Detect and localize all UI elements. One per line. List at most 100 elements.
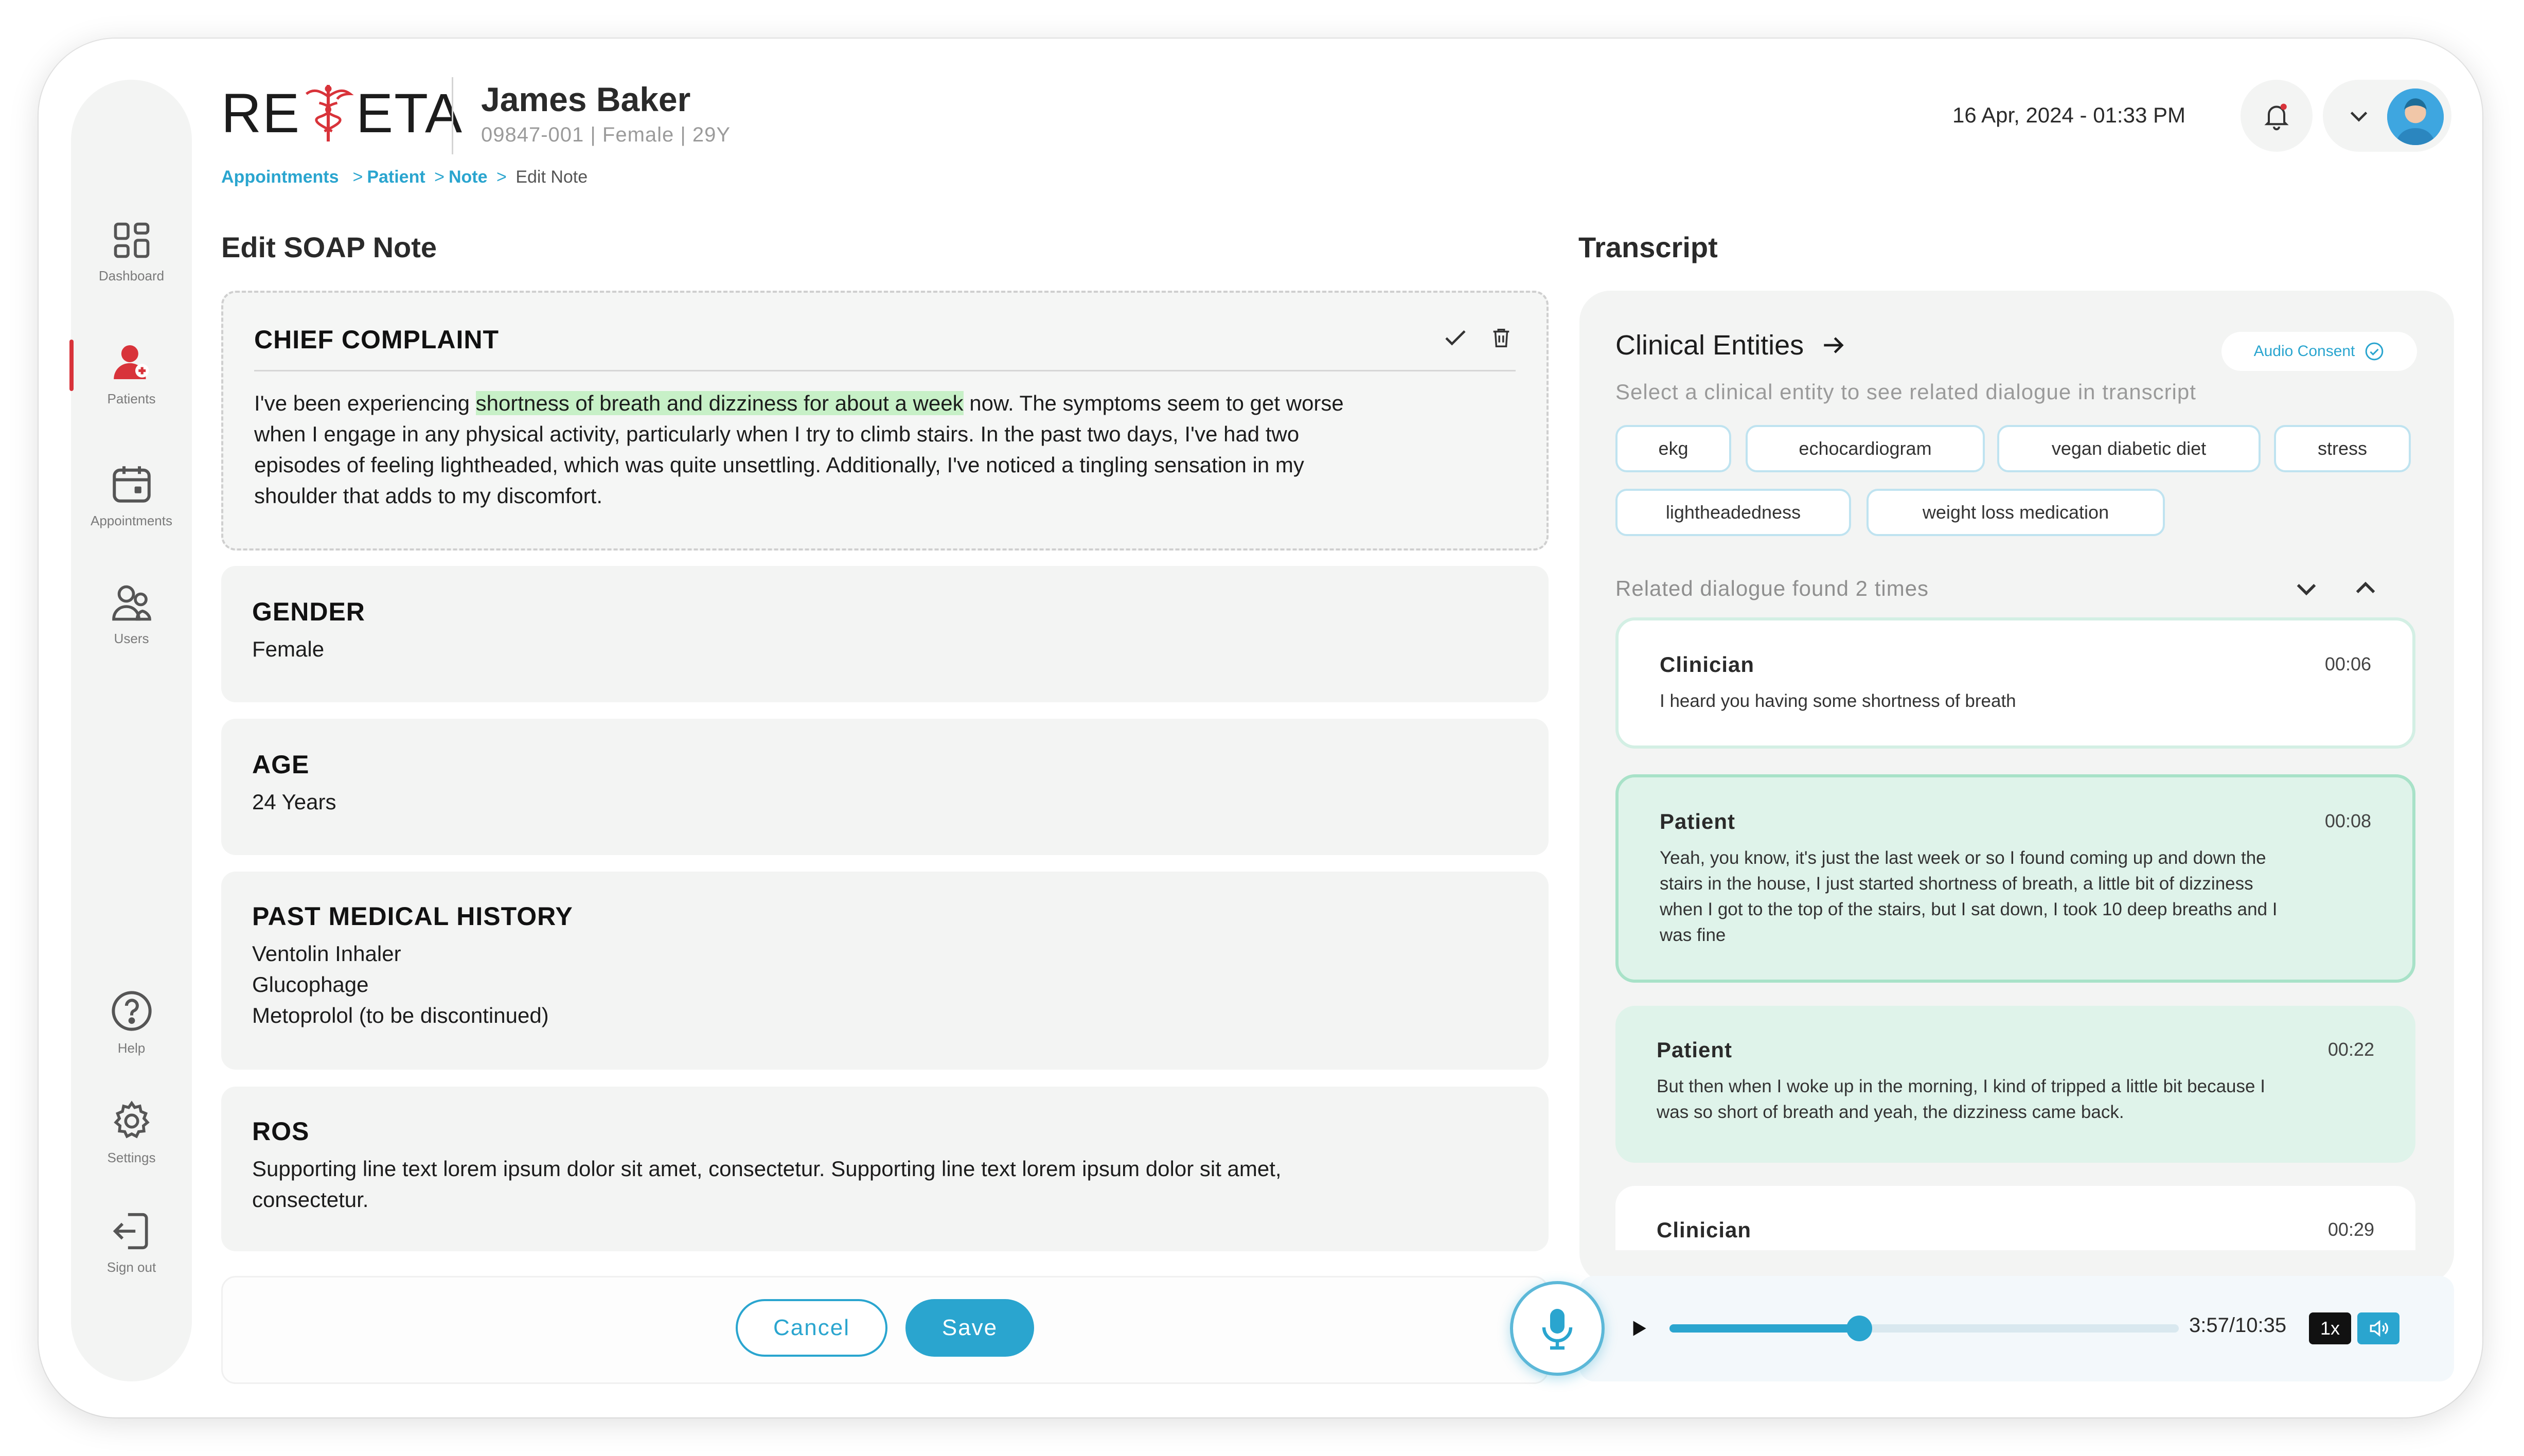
- chevron-down-icon: [2350, 112, 2368, 122]
- sidebar-item-patients[interactable]: Patients: [71, 340, 192, 407]
- gender-card[interactable]: GENDER Female: [221, 566, 1549, 702]
- chief-complaint-title: CHIEF COMPLAINT: [254, 325, 500, 354]
- dialogue-timestamp[interactable]: 00:08: [2325, 810, 2371, 832]
- past-medical-history-card[interactable]: PAST MEDICAL HISTORY Ventolin Inhaler Gl…: [221, 872, 1549, 1070]
- check-circle-icon: [2366, 342, 2384, 361]
- sidebar-item-sign-out[interactable]: Sign out: [71, 1209, 192, 1275]
- audio-consent-label: Audio Consent: [2253, 343, 2355, 360]
- sidebar-item-settings[interactable]: Settings: [71, 1098, 192, 1166]
- sidebar-item-label: Appointments: [91, 513, 172, 528]
- entity-chip[interactable]: weight loss medication: [1867, 489, 2165, 536]
- sidebar-item-label: Dashboard: [98, 268, 165, 283]
- microphone-icon: [1542, 1309, 1573, 1350]
- dialogue-item[interactable]: Clinician 00:06 I heard you having some …: [1615, 617, 2415, 749]
- clinical-entities-title: Clinical Entities: [1615, 330, 1804, 361]
- check-icon[interactable]: [1442, 324, 1469, 351]
- ros-line: Supporting line text lorem ipsum dolor s…: [252, 1157, 1282, 1181]
- age-value[interactable]: 24 Years: [252, 787, 1518, 818]
- bell-icon: [2264, 103, 2289, 131]
- pmh-item: Metoprolol (to be discontinued): [252, 1003, 549, 1027]
- ros-title: ROS: [252, 1117, 310, 1146]
- cc-line: episodes of feeling lightheaded, which w…: [254, 453, 1304, 477]
- entity-chip[interactable]: stress: [2274, 425, 2411, 472]
- cc-text-before: I've been experiencing: [254, 391, 476, 415]
- users-icon: [112, 585, 151, 621]
- progress-fill: [1669, 1324, 1860, 1333]
- record-button[interactable]: [1510, 1281, 1605, 1376]
- dialogue-item-highlighted[interactable]: Patient 00:08 Yeah, you know, it's just …: [1615, 774, 2415, 983]
- avatar-image: [2387, 88, 2444, 145]
- playback-time: 3:57/10:35: [2189, 1314, 2287, 1337]
- pmh-item: Ventolin Inhaler: [252, 942, 401, 966]
- chief-complaint-card[interactable]: CHIEF COMPLAINT I've been experiencing s…: [221, 291, 1549, 551]
- cc-line: when I engage in any physical activity, …: [254, 422, 1300, 446]
- gender-title: GENDER: [252, 597, 365, 626]
- breadcrumb-appointments[interactable]: Appointments: [221, 167, 339, 187]
- clinical-entities-heading[interactable]: Clinical Entities: [1615, 329, 1848, 361]
- dialogue-timestamp[interactable]: 00:29: [2328, 1219, 2374, 1240]
- breadcrumb-patient[interactable]: Patient: [367, 167, 425, 187]
- age-card[interactable]: AGE 24 Years: [221, 719, 1549, 855]
- logo-text: ETA: [356, 82, 464, 144]
- age-title: AGE: [252, 750, 310, 779]
- sidebar-item-help[interactable]: Help: [71, 988, 192, 1056]
- breadcrumb-current: Edit Note: [516, 167, 588, 187]
- entities-hint: Select a clinical entity to see related …: [1615, 380, 2196, 404]
- volume-button[interactable]: [2357, 1312, 2399, 1344]
- patient-icon: [113, 345, 149, 379]
- gear-icon: [113, 1100, 150, 1139]
- notifications-button[interactable]: [2241, 80, 2313, 152]
- dialogue-line: was fine: [1660, 925, 1726, 945]
- avatar[interactable]: [2387, 88, 2444, 145]
- dialogue-item-highlighted[interactable]: Patient 00:22 But then when I woke up in…: [1615, 1006, 2415, 1163]
- cc-line: I've been experiencing shortness of brea…: [254, 388, 1516, 419]
- sidebar-item-label: Help: [117, 1040, 146, 1056]
- play-icon[interactable]: [1626, 1316, 1651, 1341]
- dialogue-line: But then when I woke up in the morning, …: [1657, 1076, 2265, 1096]
- entity-chip[interactable]: vegan diabetic diet: [1997, 425, 2261, 472]
- entity-highlight[interactable]: shortness of breath and dizziness for ab…: [475, 391, 964, 415]
- sign-out-icon: [113, 1213, 148, 1250]
- ros-text[interactable]: Supporting line text lorem ipsum dolor s…: [252, 1153, 1518, 1215]
- save-button[interactable]: Save: [905, 1299, 1034, 1357]
- sidebar-item-label: Settings: [107, 1150, 156, 1165]
- dialogue-item[interactable]: Clinician 00:29: [1615, 1186, 2415, 1250]
- entity-chip[interactable]: echocardiogram: [1746, 425, 1985, 472]
- patient-name: James Baker: [481, 80, 691, 118]
- entity-chip[interactable]: ekg: [1615, 425, 1731, 472]
- dialogue-timestamp[interactable]: 00:06: [2325, 653, 2371, 675]
- gender-value[interactable]: Female: [252, 634, 1518, 665]
- progress-handle[interactable]: [1846, 1316, 1873, 1341]
- breadcrumb-note[interactable]: Note: [449, 167, 488, 187]
- sidebar-item-label: Users: [114, 631, 149, 646]
- dialogue-timestamp[interactable]: 00:22: [2328, 1039, 2374, 1060]
- chevron-down-icon[interactable]: [2292, 574, 2321, 603]
- cancel-button[interactable]: Cancel: [736, 1299, 887, 1357]
- sidebar-item-dashboard[interactable]: Dashboard: [71, 219, 192, 284]
- chief-complaint-text[interactable]: I've been experiencing shortness of brea…: [254, 388, 1516, 511]
- sidebar-item-users[interactable]: Users: [71, 581, 192, 647]
- entity-chip[interactable]: lightheadedness: [1615, 489, 1851, 536]
- soap-section-title: Edit SOAP Note: [221, 231, 437, 263]
- dialogue-line: when I got to the top of the stairs, but…: [1660, 899, 2278, 919]
- playback-speed-button[interactable]: 1x: [2309, 1312, 2351, 1344]
- app-logo: RE ETA: [221, 82, 463, 144]
- dialogue-text: Yeah, you know, it's just the last week …: [1660, 845, 2371, 948]
- audio-consent-badge[interactable]: Audio Consent: [2221, 332, 2417, 371]
- sidebar-item-appointments[interactable]: Appointments: [71, 460, 192, 529]
- sidebar-item-label: Sign out: [106, 1259, 156, 1275]
- breadcrumb: Appointments > Patient > Note > Edit Note: [221, 167, 588, 187]
- speaker-icon: [2370, 1320, 2388, 1337]
- logo-text: RE: [221, 82, 301, 144]
- trash-icon[interactable]: [1489, 326, 1513, 349]
- ros-card[interactable]: ROS Supporting line text lorem ipsum dol…: [221, 1087, 1549, 1251]
- chevron-up-icon[interactable]: [2351, 574, 2380, 603]
- pmh-list[interactable]: Ventolin Inhaler Glucophage Metoprolol (…: [252, 938, 1518, 1031]
- card-divider: [254, 370, 1516, 371]
- calendar-icon: [112, 466, 151, 503]
- dialogue-line: Yeah, you know, it's just the last week …: [1660, 848, 2266, 868]
- header-divider: [452, 77, 453, 154]
- transcript-title: Transcript: [1578, 231, 1718, 263]
- cc-text-after: now. The symptoms seem to get worse: [963, 391, 1344, 415]
- progress-track[interactable]: [1669, 1324, 2179, 1333]
